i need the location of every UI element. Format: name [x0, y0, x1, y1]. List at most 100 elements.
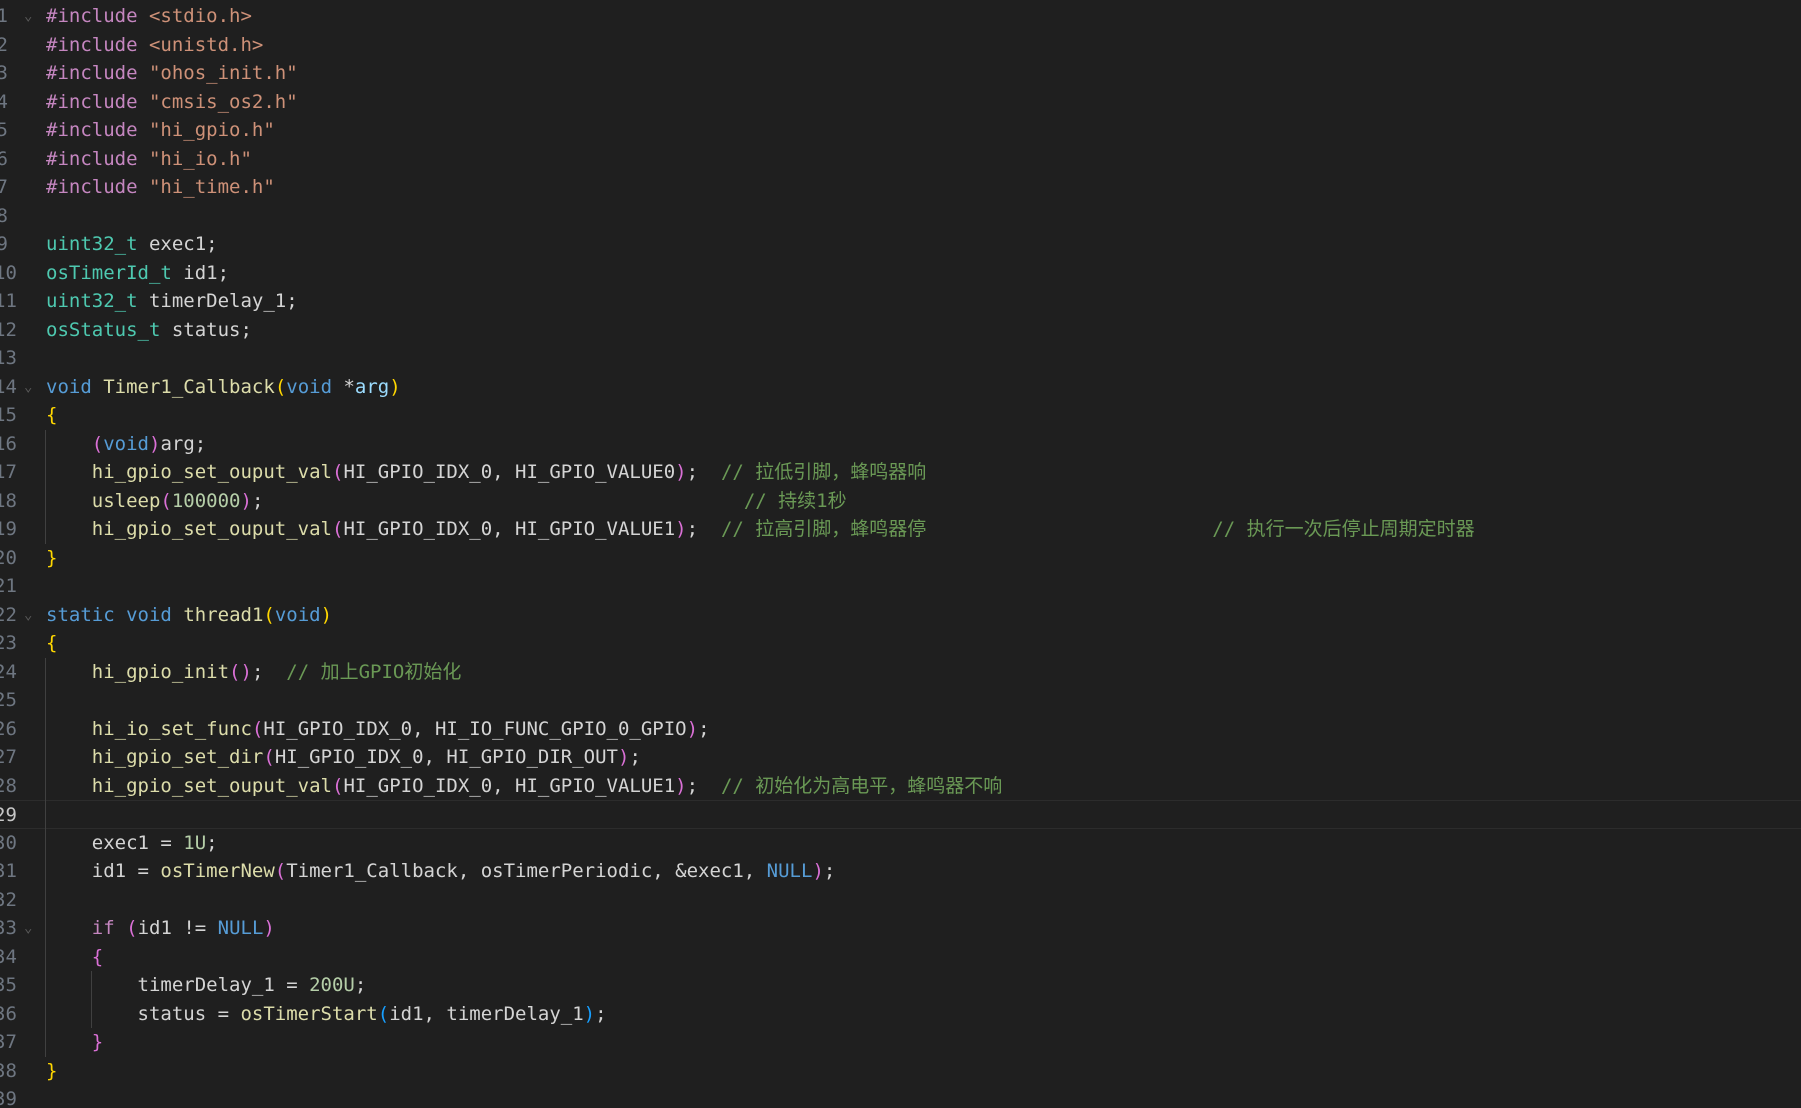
code-token: HI_GPIO_IDX_0, HI_GPIO_DIR_OUT — [274, 746, 618, 768]
code-text: status = osTimerStart(id1, timerDelay_1)… — [46, 1000, 607, 1029]
code-token: // 初始化为高电平，蜂鸣器不响 — [720, 774, 1003, 797]
line-number: 22 — [0, 603, 17, 626]
line-number: 25 — [0, 689, 17, 711]
code-line[interactable]: 3 #include "ohos_init.h" — [0, 59, 1801, 88]
code-text: { — [46, 401, 57, 430]
code-token: ; — [251, 489, 744, 512]
code-text: hi_gpio_set_ouput_val(HI_GPIO_IDX_0, HI_… — [46, 515, 1475, 544]
code-line[interactable]: 30 exec1 = 1U; — [0, 829, 1801, 858]
code-line[interactable]: 35 timerDelay_1 = 200U; — [0, 971, 1801, 1000]
code-line[interactable]: 33 ⌄ if (id1 != NULL) — [0, 914, 1801, 943]
line-number: 16 — [0, 432, 17, 455]
code-line[interactable]: 9 uint32_t exec1; — [0, 230, 1801, 259]
code-token: arg — [354, 375, 390, 398]
code-line[interactable]: 36 status = osTimerStart(id1, timerDelay… — [0, 1000, 1801, 1029]
line-number: 33 — [0, 917, 17, 939]
code-token: * — [332, 375, 355, 398]
code-line[interactable]: 39 — [0, 1085, 1801, 1108]
code-line[interactable]: 2 #include <unistd.h> — [0, 31, 1801, 60]
code-token: ; — [686, 461, 721, 483]
code-token: { — [91, 945, 104, 968]
code-token: ; — [595, 1002, 607, 1025]
code-line[interactable]: 27 hi_gpio_set_dir(HI_GPIO_IDX_0, HI_GPI… — [0, 743, 1801, 772]
code-line-current[interactable]: 29 — [0, 800, 1801, 829]
code-line[interactable]: 34 { — [0, 943, 1801, 972]
code-token: ( — [160, 489, 172, 512]
code-line[interactable]: 19 hi_gpio_set_ouput_val(HI_GPIO_IDX_0, … — [0, 515, 1801, 544]
code-text: #include "hi_gpio.h" — [46, 116, 275, 145]
fold-chevron-icon[interactable]: ⌄ — [24, 373, 32, 402]
code-text: #include "ohos_init.h" — [46, 59, 298, 88]
code-line[interactable]: 28 hi_gpio_set_ouput_val(HI_GPIO_IDX_0, … — [0, 772, 1801, 801]
code-line[interactable]: 23 { — [0, 629, 1801, 658]
line-number: 37 — [0, 1031, 17, 1053]
code-line[interactable]: 37 } — [0, 1028, 1801, 1057]
code-token: ; — [629, 746, 641, 768]
fold-chevron-icon[interactable]: ⌄ — [24, 2, 32, 31]
code-token: } — [46, 546, 58, 569]
code-line[interactable]: 21 — [0, 572, 1801, 601]
code-token: uint32_t — [46, 233, 138, 255]
indent-guide — [45, 429, 46, 544]
code-line[interactable]: 24 hi_gpio_init(); // 加上GPIO初始化 — [0, 658, 1801, 687]
code-line[interactable]: 18 usleep(100000); // 持续1秒 — [0, 487, 1801, 516]
code-line[interactable]: 1 ⌄ #include <stdio.h> — [0, 2, 1801, 31]
line-number: 11 — [0, 290, 17, 312]
code-line[interactable]: 5 #include "hi_gpio.h" — [0, 116, 1801, 145]
code-line[interactable]: 10 osTimerId_t id1; — [0, 259, 1801, 288]
code-token: () — [229, 660, 252, 683]
code-line[interactable]: 32 — [0, 886, 1801, 915]
code-token: id1 = — [46, 860, 161, 882]
code-text: } — [46, 1057, 57, 1086]
code-line[interactable]: 6 #include "hi_io.h" — [0, 145, 1801, 174]
fold-chevron-icon[interactable]: ⌄ — [24, 914, 32, 943]
code-line[interactable]: 13 — [0, 344, 1801, 373]
code-text: id1 = osTimerNew(Timer1_Callback, osTime… — [46, 857, 836, 886]
code-line[interactable]: 25 — [0, 686, 1801, 715]
code-line[interactable]: 17 hi_gpio_set_ouput_val(HI_GPIO_IDX_0, … — [0, 458, 1801, 487]
code-line[interactable]: 38} — [0, 1057, 1801, 1086]
fold-chevron-icon[interactable]: ⌄ — [24, 601, 32, 630]
code-token: } — [91, 1031, 104, 1053]
code-text: hi_gpio_init(); // 加上GPIO初始化 — [46, 658, 462, 687]
code-token: osTimerId_t — [46, 261, 172, 284]
code-token: ; — [823, 860, 836, 882]
code-token: "cmsis_os2.h" — [148, 90, 298, 113]
code-token: arg; — [160, 432, 207, 455]
code-token: ) — [583, 1002, 596, 1025]
line-number: 26 — [0, 717, 17, 740]
code-token: #include — [46, 62, 149, 84]
code-line[interactable]: 12 osStatus_t status; — [0, 316, 1801, 345]
code-token: ( — [331, 774, 344, 797]
code-line[interactable]: 8 — [0, 202, 1801, 231]
code-token: HI_GPIO_IDX_0, HI_GPIO_VALUE1 — [343, 518, 676, 540]
code-token: #include — [46, 90, 149, 113]
code-line[interactable]: 7 #include "hi_time.h" — [0, 173, 1801, 202]
code-line[interactable]: 31 id1 = osTimerNew(Timer1_Callback, osT… — [0, 857, 1801, 886]
code-editor[interactable]: 1 ⌄ #include <stdio.h> 2 #include <unistd.h>… — [0, 0, 1801, 1108]
code-token: static — [46, 603, 115, 626]
code-line[interactable]: 20} — [0, 544, 1801, 573]
line-number: 2 — [0, 33, 8, 56]
code-line[interactable]: 4 #include "cmsis_os2.h" — [0, 88, 1801, 117]
code-token: "hi_io.h" — [148, 147, 252, 170]
code-token: ( — [377, 1002, 390, 1025]
code-line[interactable]: 26 hi_io_set_func(HI_GPIO_IDX_0, HI_IO_F… — [0, 715, 1801, 744]
code-line[interactable]: 15 { — [0, 401, 1801, 430]
code-line[interactable]: 16 (void)arg; — [0, 430, 1801, 459]
code-line[interactable]: 14⌄void Timer1_Callback(void *arg) — [0, 373, 1801, 402]
code-token: hi_gpio_set_ouput_val — [91, 461, 332, 483]
code-line[interactable]: 22⌄static void thread1(void) — [0, 601, 1801, 630]
code-line[interactable]: 11 uint32_t timerDelay_1; — [0, 287, 1801, 316]
code-text: usleep(100000); // 持续1秒 — [46, 487, 847, 516]
line-number: 4 — [0, 90, 8, 113]
line-number: 36 — [0, 1002, 17, 1025]
code-token: ; — [686, 518, 721, 540]
code-token: id1; — [171, 261, 230, 284]
code-token: HI_GPIO_IDX_0, HI_GPIO_VALUE1 — [343, 774, 676, 797]
